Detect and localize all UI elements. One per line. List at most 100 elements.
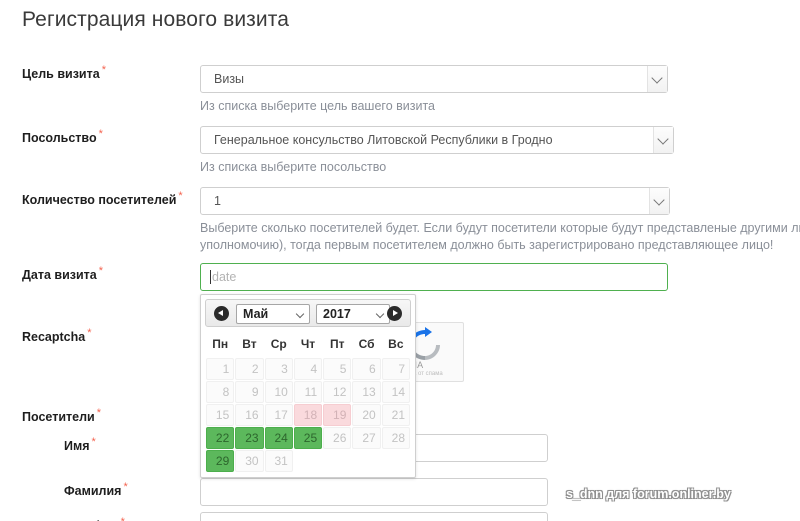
day-cell-9: 9	[235, 381, 264, 403]
day-cell-5: 5	[323, 358, 352, 380]
text-cursor	[210, 270, 211, 284]
last-name-input[interactable]	[200, 478, 548, 506]
weekday-header-6: Вс	[388, 337, 404, 351]
weekday-header-1: Вт	[242, 337, 257, 351]
label-recaptcha: Recaptcha *	[22, 327, 92, 344]
required-asterisk-recaptcha: *	[87, 327, 92, 339]
month-value: Май	[243, 307, 269, 321]
label-purpose-text: Цель визита	[22, 67, 100, 82]
day-cell-empty	[294, 450, 322, 472]
day-cell-22[interactable]: 22	[206, 427, 235, 449]
chevron-down-icon	[653, 127, 673, 153]
label-visit-date: Дата визита *	[22, 265, 103, 282]
day-cell-8: 8	[206, 381, 235, 403]
visit-date-input[interactable]: date	[200, 263, 668, 291]
day-cell-21: 21	[381, 404, 410, 426]
weekday-header-5: Сб	[358, 337, 375, 351]
day-cell-20: 20	[352, 404, 381, 426]
select-purpose-value: Визы	[214, 72, 245, 86]
select-purpose[interactable]: Визы	[200, 65, 668, 93]
weekday-header-2: Ср	[270, 337, 287, 351]
day-cell-19: 19	[323, 404, 352, 426]
required-asterisk-visitors-count: *	[178, 190, 183, 202]
day-cell-25[interactable]: 25	[293, 427, 323, 449]
day-cell-24[interactable]: 24	[264, 427, 293, 449]
day-cell-14: 14	[381, 381, 410, 403]
label-visitors-text: Посетители	[22, 410, 95, 425]
datepicker-week-row: 8 9 10 11 12 13 14	[206, 381, 410, 403]
label-visit-date-text: Дата визита	[22, 268, 97, 283]
day-cell-17: 17	[264, 404, 293, 426]
label-embassy: Посольство *	[22, 128, 103, 145]
watermark: s_dnn для forum.onliner.by	[566, 487, 731, 501]
label-phone: Телефон*	[64, 516, 125, 521]
day-cell-2: 2	[235, 358, 264, 380]
day-cell-29[interactable]: 29	[206, 450, 235, 472]
day-cell-23[interactable]: 23	[235, 427, 264, 449]
visit-date-placeholder: date	[212, 270, 237, 284]
day-cell-4: 4	[293, 358, 323, 380]
day-cell-27: 27	[352, 427, 381, 449]
day-cell-13: 13	[352, 381, 381, 403]
chevron-down-icon	[295, 309, 305, 319]
datepicker-popup[interactable]: Май 2017 Пн Вт Ср Чт Пт Сб Вс 1 2 3 4 5 6 7 8 9 10 11 12 1…	[200, 294, 416, 478]
datepicker-week-row: 1234567	[206, 358, 410, 380]
weekday-header-4: Пт	[330, 337, 345, 351]
registration-form-page: Регистрация нового визита Цель визита * В…	[0, 0, 800, 521]
select-embassy-value: Генеральное консульство Литовской Респуб…	[214, 133, 553, 147]
select-visitors-count-value: 1	[214, 194, 221, 208]
datepicker-header: Май 2017	[205, 299, 411, 327]
label-recaptcha-text: Recaptcha	[22, 330, 86, 345]
datepicker-grid: Пн Вт Ср Чт Пт Сб Вс 1 2 3 4 5 6 7 8 9 10 11 12 13 14 15 16 17…	[205, 331, 411, 473]
label-first-name: Имя *	[64, 436, 96, 453]
label-first-name-text: Имя	[64, 439, 90, 454]
label-purpose: Цель визита *	[22, 64, 106, 81]
day-cell-30: 30	[235, 450, 264, 472]
help-visitors-count-line2: уполномочию), тогда первым посетителем д…	[200, 238, 774, 252]
required-asterisk-first-name: *	[91, 436, 96, 448]
day-cell-28: 28	[381, 427, 410, 449]
datepicker-days-body: 1 2 3 4 5 6 7 8 9 10 11 12 13 14 15 16 17 18 19 20 21 22 23 24 2…	[206, 358, 410, 472]
select-embassy[interactable]: Генеральное консульство Литовской Респуб…	[200, 126, 674, 154]
help-purpose: Из списка выберите цель вашего визита	[200, 99, 435, 113]
day-cell-7: 7	[381, 358, 410, 380]
year-select[interactable]: 2017	[316, 304, 390, 324]
day-cell-11: 11	[293, 381, 323, 403]
day-cell-15: 15	[206, 404, 235, 426]
help-visitors-count-line1: Выберите сколько посетителей будет. Если…	[200, 221, 800, 235]
required-asterisk-phone: *	[121, 516, 125, 521]
label-visitors: Посетители *	[22, 407, 101, 424]
required-asterisk-visitors: *	[96, 407, 101, 419]
month-select[interactable]: Май	[236, 304, 310, 324]
help-embassy: Из списка выберите посольство	[200, 160, 387, 174]
label-embassy-text: Посольство	[22, 131, 97, 146]
prev-month-button[interactable]	[214, 306, 229, 321]
datepicker-week-row: 29 30 31	[206, 450, 410, 472]
label-visitors-count-text: Количество посетителей	[22, 193, 177, 208]
label-last-name-text: Фамилия	[64, 484, 122, 499]
day-cell-1: 1	[206, 358, 235, 380]
datepicker-week-row: 15 16 17 18 19 20 21	[206, 404, 410, 426]
day-cell-empty	[323, 450, 351, 472]
day-cell-31: 31	[264, 450, 293, 472]
day-cell-18: 18	[293, 404, 323, 426]
day-cell-12: 12	[323, 381, 352, 403]
day-cell-10: 10	[264, 381, 293, 403]
day-cell-3: 3	[264, 358, 293, 380]
required-asterisk-purpose: *	[101, 64, 106, 76]
chevron-down-icon	[649, 188, 669, 214]
day-cell-empty	[382, 450, 410, 472]
select-visitors-count[interactable]: 1	[200, 187, 670, 215]
chevron-down-icon	[375, 309, 385, 319]
day-cell-6: 6	[352, 358, 381, 380]
phone-input[interactable]	[200, 512, 548, 521]
page-title: Регистрация нового визита	[22, 8, 289, 31]
label-last-name: Фамилия *	[64, 481, 128, 498]
datepicker-week-row: 22 23 24 25 26 27 28	[206, 427, 410, 449]
required-asterisk-last-name: *	[123, 481, 128, 493]
year-value: 2017	[323, 307, 351, 321]
weekday-header-0: Пн	[212, 337, 229, 351]
weekday-header-3: Чт	[300, 337, 316, 351]
next-month-button[interactable]	[387, 306, 402, 321]
datepicker-weekday-row: Пн Вт Ср Чт Пт Сб Вс	[206, 332, 410, 357]
